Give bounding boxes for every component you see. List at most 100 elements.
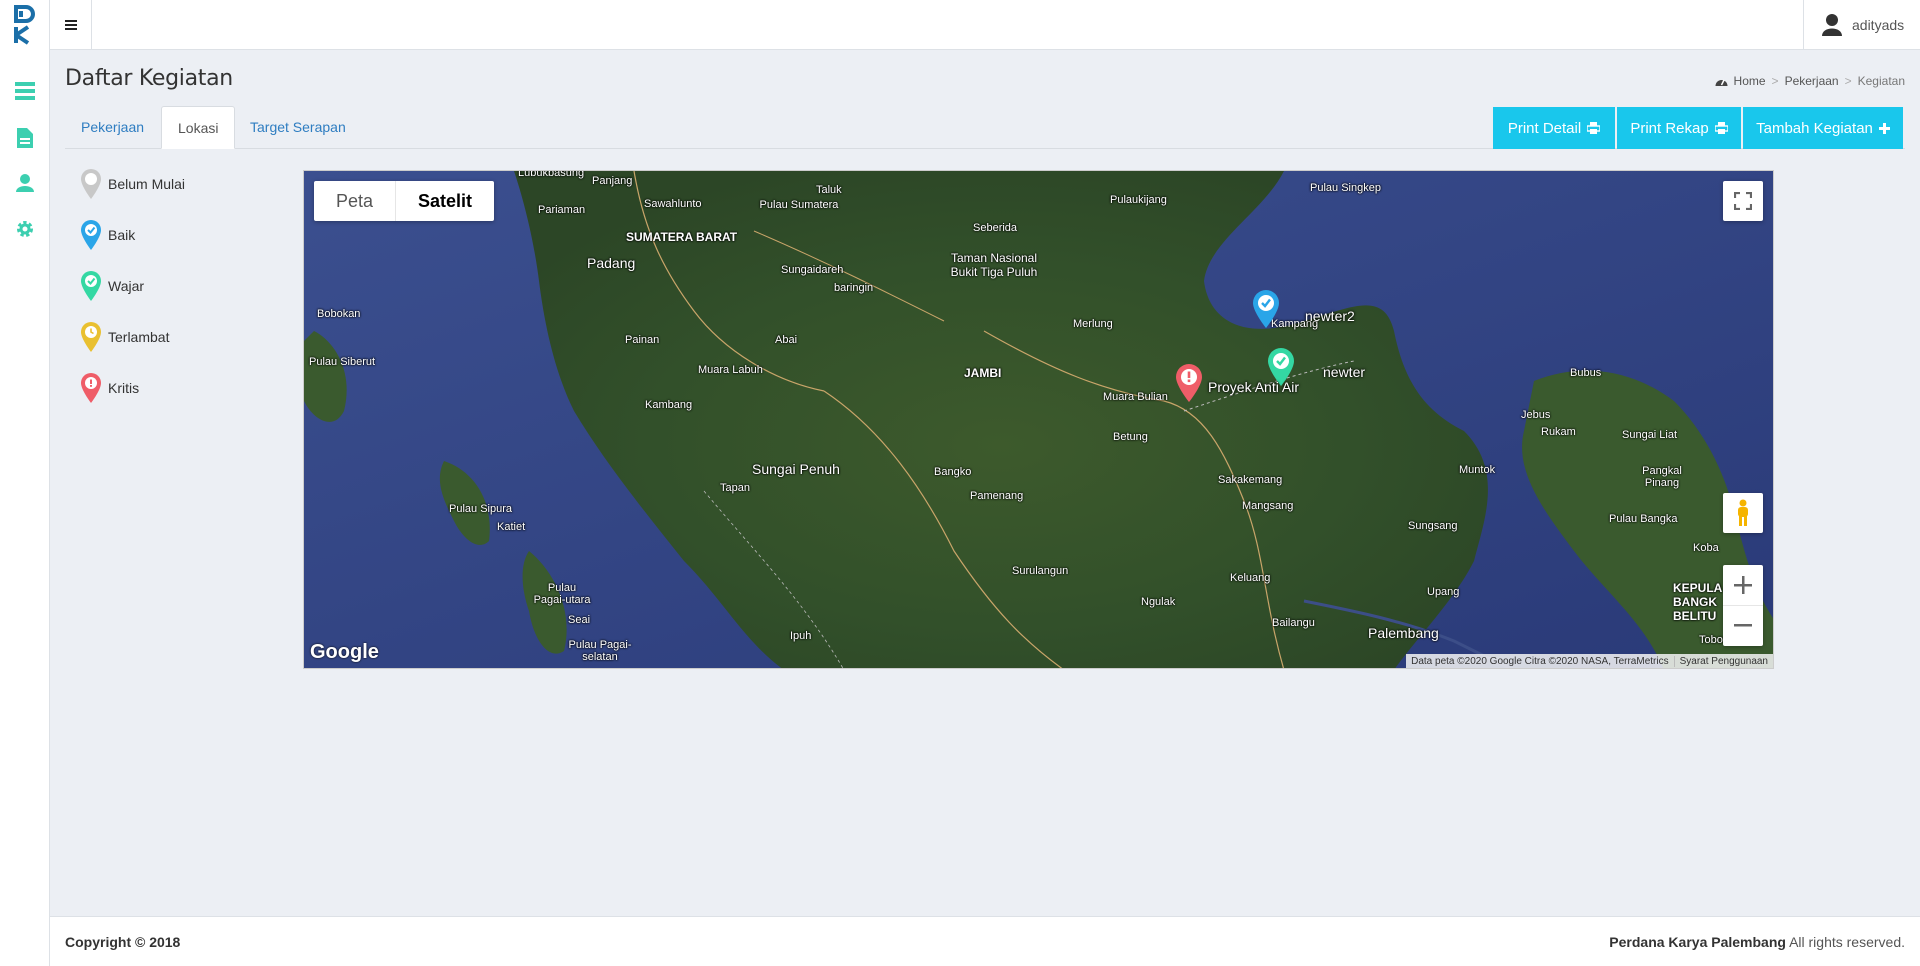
map-place-label: Upang	[1427, 586, 1460, 598]
map-place-label: JAMBI	[964, 366, 1002, 380]
zoom-out-button[interactable]	[1723, 606, 1763, 646]
footer-rights-text: All rights reserved.	[1789, 934, 1905, 950]
tab-lokasi[interactable]: Lokasi	[161, 106, 236, 149]
map-terms-link[interactable]: Syarat Penggunaan	[1673, 655, 1773, 667]
map-place-label: Painan	[625, 334, 660, 346]
map-place-label: Seai	[568, 614, 591, 626]
marker-newter2[interactable]	[1252, 289, 1280, 329]
map-type-peta-button[interactable]: Peta	[314, 181, 395, 221]
print-detail-label: Print Detail	[1507, 119, 1582, 137]
map-place-label: Rukam	[1541, 426, 1576, 438]
map-place-label: Sungai Penuh	[752, 461, 840, 477]
map-place-label: Panjang	[592, 175, 633, 187]
map-place-label: Padang	[587, 255, 636, 271]
map-place-label: Pulau Bangka	[1609, 513, 1678, 525]
map-place-label: baringin	[834, 282, 874, 294]
print-icon	[1714, 122, 1728, 134]
map-place-label: Taluk	[816, 184, 842, 196]
legend-baik: Baik	[80, 219, 135, 251]
breadcrumb-home[interactable]: Home	[1734, 74, 1766, 88]
print-rekap-label: Print Rekap	[1630, 119, 1709, 137]
map-place-label: Muara Bulian	[1103, 391, 1168, 403]
tab-target-serapan[interactable]: Target Serapan	[234, 106, 362, 149]
map-place-label: Sungaidareh	[781, 264, 844, 276]
breadcrumb-separator: >	[1771, 74, 1779, 88]
map-place-label: Ipuh	[790, 630, 812, 642]
map-place-label: Tapan	[720, 482, 750, 494]
street-view-button[interactable]	[1723, 493, 1763, 533]
plus-icon	[1878, 122, 1890, 134]
user-menu[interactable]: adityads	[1803, 0, 1920, 50]
pegman-icon	[1738, 499, 1748, 526]
map-place-label: Bubus	[1570, 367, 1602, 379]
legend-label: Baik	[108, 227, 136, 243]
map-place-label: Bailangu	[1272, 617, 1315, 629]
username: adityads	[1852, 17, 1905, 33]
legend-label: Kritis	[108, 380, 140, 396]
tab-pekerjaan[interactable]: Pekerjaan	[65, 106, 160, 149]
print-icon	[1587, 122, 1601, 134]
map-place-label: Kambang	[645, 399, 693, 411]
fullscreen-button[interactable]	[1723, 181, 1763, 221]
map-place-label: Pangkal Pinang	[1642, 465, 1682, 489]
map-place-label: Muntok	[1459, 464, 1496, 476]
footer: Copyright © 2018 Perdana Karya Palembang…	[50, 916, 1920, 966]
map-place-label: SUMATERA BARAT	[626, 230, 738, 244]
map-place-label: Muara Labuh	[698, 364, 763, 376]
map-place-label: Betung	[1113, 431, 1148, 443]
footer-rights: Perdana Karya Palembang All rights reser…	[1609, 934, 1905, 950]
zoom-control	[1723, 565, 1763, 646]
map-place-label: Lubukbasung	[518, 170, 585, 179]
map-place-label: Mangsang	[1242, 500, 1294, 512]
marker-newter[interactable]	[1175, 363, 1203, 403]
map-place-label: Ngulak	[1141, 596, 1176, 608]
minus-icon	[1734, 623, 1752, 626]
map-place-label: Pulau Sipura	[449, 503, 512, 515]
map-place-label: Pulau Pagai-selatan	[568, 639, 632, 663]
location-map[interactable]: Lubukbasung Panjang Pariaman Sawahlunto …	[303, 170, 1774, 669]
server-list-icon[interactable]	[14, 80, 36, 102]
map-place-label: Pariaman	[538, 204, 586, 216]
map-place-label: Bobokan	[317, 308, 361, 320]
zoom-in-button[interactable]	[1723, 566, 1763, 606]
legend-terlambat: Terlambat	[80, 321, 169, 353]
legend-label: Wajar	[108, 278, 145, 294]
hamburger-icon	[64, 20, 77, 30]
tambah-kegiatan-label: Tambah Kegiatan	[1756, 119, 1873, 137]
footer-company: Perdana Karya Palembang	[1609, 934, 1786, 950]
map-place-label: Sawahlunto	[644, 198, 702, 210]
map-place-label: Koba	[1693, 542, 1719, 554]
marker-label-newter2: newter2	[1305, 308, 1355, 324]
legend-label: Terlambat	[108, 329, 170, 345]
map-place-label: Abai	[775, 334, 798, 346]
map-place-label: Pamenang	[970, 490, 1024, 502]
menu-toggle-button[interactable]	[50, 0, 92, 50]
gear-icon[interactable]	[14, 218, 36, 240]
map-type-satelit-button[interactable]: Satelit	[395, 181, 494, 221]
map-place-label: Pulau Pagai-utara	[533, 582, 591, 606]
map-place-label: Sungai Liat	[1622, 429, 1678, 441]
map-place-label: Sungsang	[1408, 520, 1458, 532]
pin-clock-yellow-icon	[81, 322, 101, 352]
map-attribution: Data peta ©2020 Google Citra ©2020 NASA,…	[1406, 654, 1773, 668]
map-place-label: Pulau Siberut	[309, 356, 376, 368]
app-logo[interactable]	[0, 0, 50, 50]
sidebar	[0, 0, 50, 966]
legend-label: Belum Mulai	[108, 176, 186, 192]
map-place-label: Surulangun	[1012, 565, 1069, 577]
tambah-kegiatan-button[interactable]: Tambah Kegiatan	[1743, 107, 1903, 149]
document-icon[interactable]	[14, 127, 36, 149]
pin-gray-icon	[81, 169, 101, 199]
print-rekap-button[interactable]: Print Rekap	[1617, 107, 1741, 149]
print-detail-button[interactable]: Print Detail	[1493, 107, 1615, 149]
plus-icon	[1734, 576, 1752, 594]
breadcrumb-pekerjaan[interactable]: Pekerjaan	[1785, 74, 1839, 88]
fullscreen-icon	[1734, 192, 1752, 210]
user-avatar-icon	[1822, 14, 1842, 36]
map-place-label: Merlung	[1073, 318, 1113, 330]
breadcrumb-separator: >	[1844, 74, 1852, 88]
marker-label-newter: newter	[1323, 364, 1366, 380]
satellite-imagery	[304, 171, 1773, 668]
user-icon[interactable]	[14, 172, 36, 194]
marker-label-proyek-anti-air: Proyek Anti Air	[1208, 379, 1300, 395]
